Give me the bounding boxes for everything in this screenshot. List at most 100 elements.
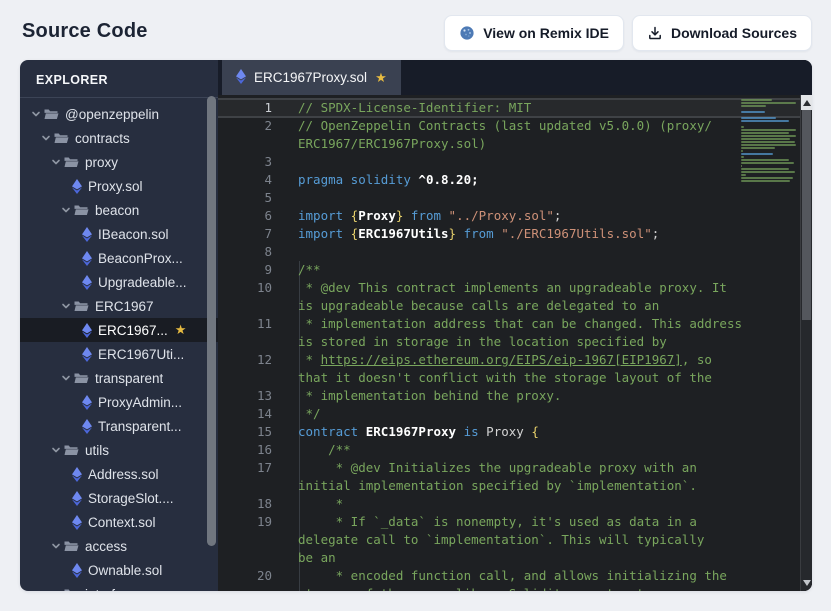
ethereum-file-icon	[82, 323, 92, 338]
tree-folder-beacon[interactable]: beacon	[20, 198, 218, 222]
chevron-down-icon	[58, 301, 74, 311]
line-text: // SPDX-License-Identifier: MIT	[298, 99, 531, 117]
tree-file-ownable-sol[interactable]: Ownable.sol	[20, 558, 218, 582]
tree-item-label: utils	[85, 443, 109, 458]
folder-icon	[44, 108, 59, 120]
page-title: Source Code	[22, 20, 148, 43]
remix-ide-icon	[459, 25, 475, 41]
line-text: import {Proxy} from "../Proxy.sol";	[298, 207, 561, 225]
code-line-1: 1 // SPDX-License-Identifier: MIT	[218, 98, 812, 118]
chevron-down-icon	[28, 109, 44, 119]
view-on-remix-label: View on Remix IDE	[483, 25, 609, 41]
line-text	[298, 189, 306, 207]
tree-item-label: access	[85, 539, 127, 554]
code-line-15: 15contract ERC1967Proxy is Proxy {	[218, 423, 812, 441]
tree-item-label: proxy	[85, 155, 118, 170]
tree-file-erc1967-[interactable]: ERC1967...★	[20, 318, 218, 342]
tree-file-storageslot-[interactable]: StorageSlot....	[20, 486, 218, 510]
tree-file-proxy-sol[interactable]: Proxy.sol	[20, 174, 218, 198]
ethereum-file-icon	[82, 395, 92, 410]
tab-erc1967proxy[interactable]: ERC1967Proxy.sol ★	[222, 60, 401, 95]
editor-scrollbar[interactable]	[800, 95, 812, 591]
tree-item-label: Transparent...	[98, 419, 182, 434]
minimap[interactable]	[738, 95, 800, 591]
line-text: */	[298, 405, 321, 423]
sidebar-scrollbar-thumb[interactable]	[207, 96, 216, 546]
tree-item-label: contracts	[75, 131, 130, 146]
line-text: * @dev This contract implements an upgra…	[298, 279, 735, 315]
download-sources-label: Download Sources	[671, 25, 797, 41]
code-line-7: 7import {ERC1967Utils} from "./ERC1967Ut…	[218, 225, 812, 243]
tree-file-transparent-[interactable]: Transparent...	[20, 414, 218, 438]
code-line-12: 12 * https://eips.ethereum.org/EIPS/eip-…	[218, 351, 812, 387]
arrow-down-icon	[803, 580, 811, 586]
view-on-remix-button[interactable]: View on Remix IDE	[444, 15, 624, 51]
tree-file-erc1967uti-[interactable]: ERC1967Uti...	[20, 342, 218, 366]
line-number: 6	[218, 207, 272, 225]
tree-folder-contracts[interactable]: contracts	[20, 126, 218, 150]
download-sources-button[interactable]: Download Sources	[632, 15, 812, 51]
folder-icon	[64, 156, 79, 168]
tree-folder--openzeppelin[interactable]: @openzeppelin	[20, 102, 218, 126]
editor-body[interactable]: 1 // SPDX-License-Identifier: MIT2// Open…	[218, 95, 812, 591]
tree-item-label: ERC1967	[95, 299, 154, 314]
star-icon[interactable]: ★	[375, 70, 387, 86]
line-number: 17	[218, 459, 272, 495]
tree-file-upgradeable-[interactable]: Upgradeable...	[20, 270, 218, 294]
chevron-down-icon	[38, 133, 54, 143]
tree-file-context-sol[interactable]: Context.sol	[20, 510, 218, 534]
explorer-sidebar: EXPLORER @openzeppelincontractsproxyProx…	[20, 60, 218, 591]
folder-icon	[64, 444, 79, 456]
tree-folder-erc1967[interactable]: ERC1967	[20, 294, 218, 318]
code-line-11: 11 * implementation address that can be …	[218, 315, 812, 351]
tree-folder-interfaces[interactable]: interfaces	[20, 582, 218, 591]
code-line-5: 5	[218, 189, 812, 207]
line-number: 8	[218, 243, 272, 261]
tree-item-label: Ownable.sol	[88, 563, 162, 578]
line-number: 1	[218, 99, 272, 117]
chevron-down-icon	[58, 205, 74, 215]
download-icon	[647, 25, 663, 41]
tree-item-label: interfaces	[85, 587, 144, 592]
tree-item-label: IBeacon.sol	[98, 227, 169, 242]
code-line-18: 18 *	[218, 495, 812, 513]
line-text: * https://eips.ethereum.org/EIPS/eip-196…	[298, 351, 719, 387]
code-content: 1 // SPDX-License-Identifier: MIT2// Open…	[218, 95, 812, 591]
tree-folder-transparent[interactable]: transparent	[20, 366, 218, 390]
ethereum-file-icon	[82, 251, 92, 266]
tree-item-label: Address.sol	[88, 467, 159, 482]
ethereum-file-icon	[72, 515, 82, 530]
line-number: 9	[218, 261, 272, 279]
code-line-3: 3	[218, 153, 812, 171]
tree-file-proxyadmin-[interactable]: ProxyAdmin...	[20, 390, 218, 414]
tree-item-label: BeaconProx...	[98, 251, 183, 266]
tree-file-beaconprox-[interactable]: BeaconProx...	[20, 246, 218, 270]
code-line-2: 2// OpenZeppelin Contracts (last updated…	[218, 117, 812, 153]
tree-folder-access[interactable]: access	[20, 534, 218, 558]
arrow-up-icon	[803, 100, 811, 106]
tree-file-ibeacon-sol[interactable]: IBeacon.sol	[20, 222, 218, 246]
tree-file-address-sol[interactable]: Address.sol	[20, 462, 218, 486]
chevron-down-icon	[58, 373, 74, 383]
scroll-down-button[interactable]	[801, 577, 812, 589]
tree-item-label: transparent	[95, 371, 163, 386]
line-number: 11	[218, 315, 272, 351]
tree-folder-proxy[interactable]: proxy	[20, 150, 218, 174]
editor-scrollbar-thumb[interactable]	[802, 110, 811, 320]
code-line-9: 9 /**	[218, 261, 812, 279]
code-line-10: 10 * @dev This contract implements an up…	[218, 279, 812, 315]
tree-item-label: ERC1967...	[98, 323, 168, 338]
line-text: /**	[298, 261, 321, 279]
tree-folder-utils[interactable]: utils	[20, 438, 218, 462]
scroll-up-button[interactable]	[801, 95, 812, 110]
line-text: /**	[298, 441, 351, 459]
line-number: 12	[218, 351, 272, 387]
code-line-17: 17 * @dev Initializes the upgradeable pr…	[218, 459, 812, 495]
header-actions: View on Remix IDE Download Sources	[444, 15, 812, 51]
chevron-down-icon	[48, 157, 64, 167]
code-line-8: 8	[218, 243, 812, 261]
line-text: *	[298, 495, 343, 513]
line-text: import {ERC1967Utils} from "./ERC1967Uti…	[298, 225, 659, 243]
line-text	[298, 243, 306, 261]
line-number: 18	[218, 495, 272, 513]
